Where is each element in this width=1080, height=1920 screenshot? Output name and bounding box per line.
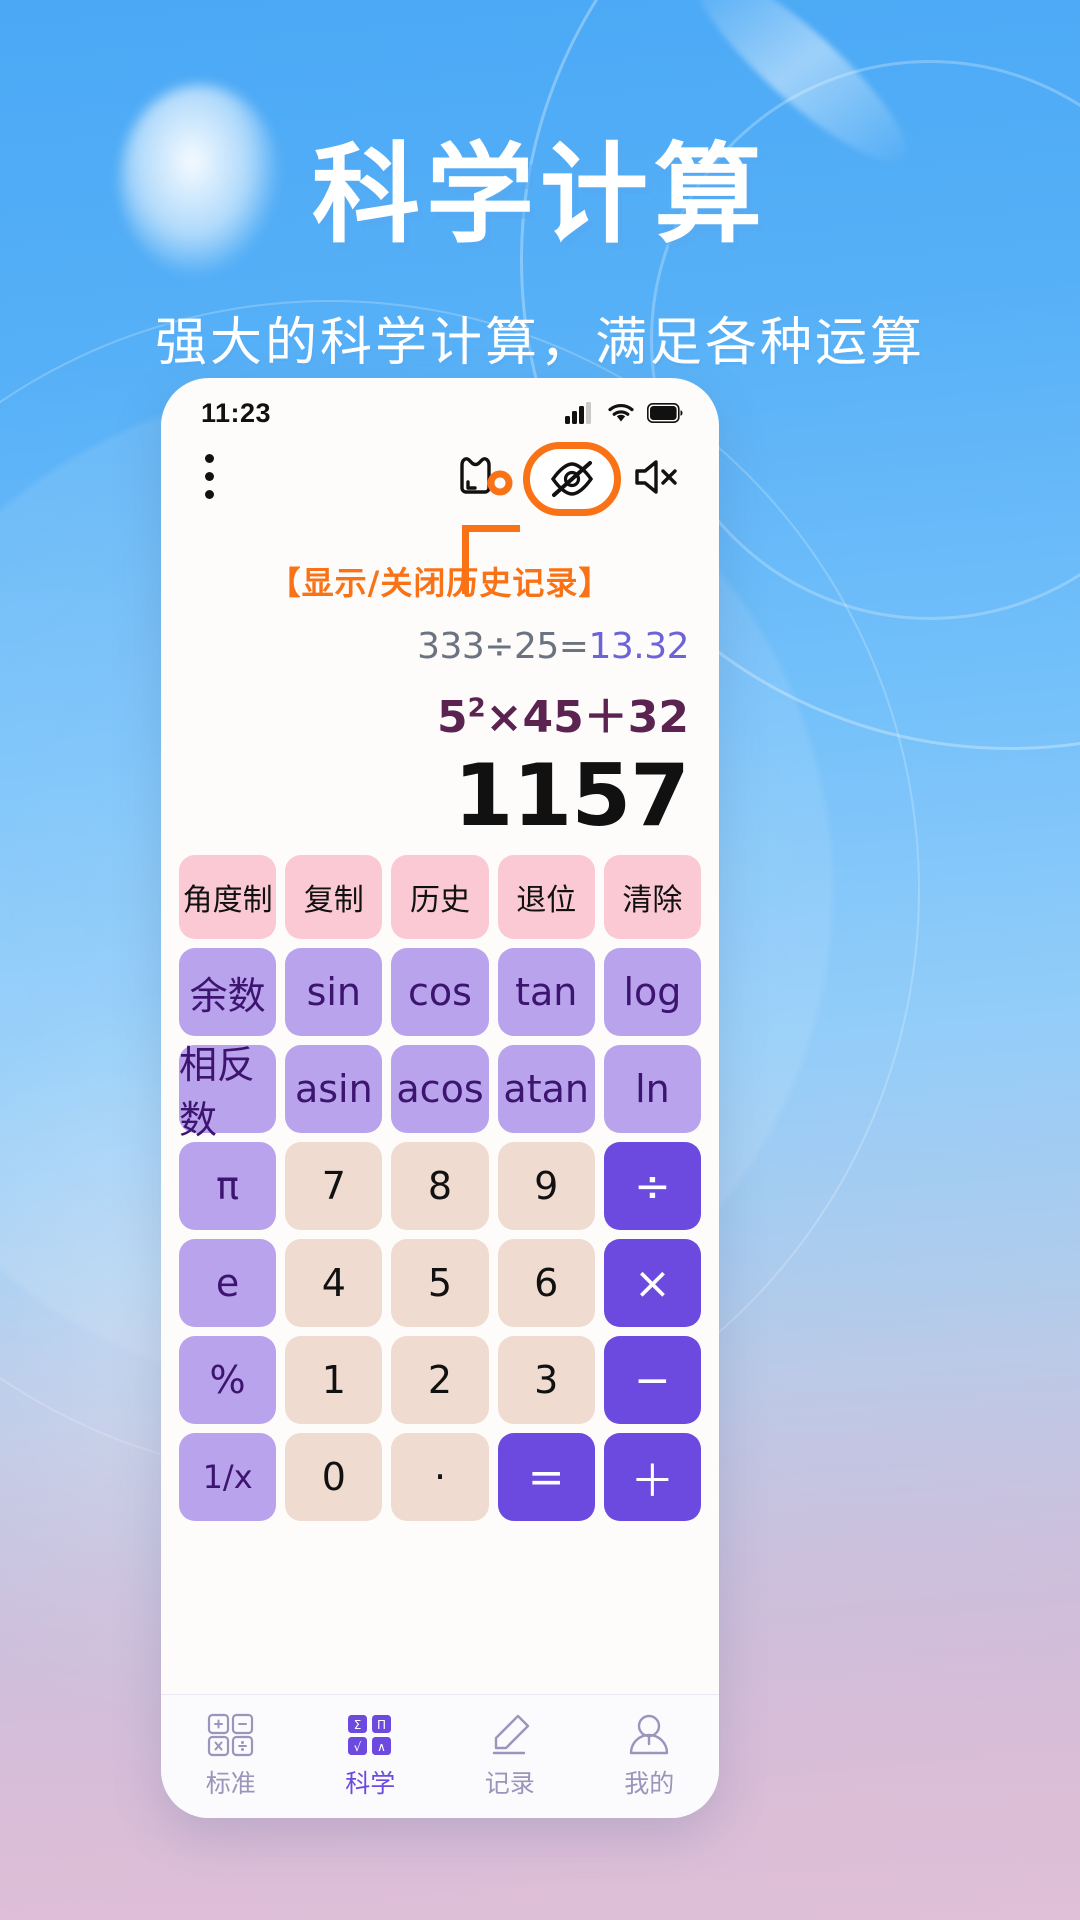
annotation-label: 【显示/关闭历史记录】 bbox=[268, 564, 612, 602]
key-asin[interactable]: asin bbox=[285, 1045, 383, 1134]
svg-text:Σ: Σ bbox=[354, 1718, 362, 1732]
key-7[interactable]: 7 bbox=[285, 1142, 383, 1231]
key-backspace[interactable]: 退位 bbox=[497, 855, 595, 940]
keypad-row: 余数 sin cos tan log bbox=[179, 948, 702, 1037]
expression-exponent: 2 bbox=[467, 693, 486, 724]
keypad-row: 相反数 asin acos atan ln bbox=[179, 1043, 702, 1142]
key-5[interactable]: 5 bbox=[391, 1239, 489, 1328]
key-acos[interactable]: acos bbox=[391, 1045, 489, 1134]
key-copy[interactable]: 复制 bbox=[285, 855, 383, 940]
svg-text:∧: ∧ bbox=[377, 1740, 386, 1754]
annotation-callout-line bbox=[462, 525, 520, 594]
key-cos[interactable]: cos bbox=[391, 948, 489, 1037]
key-equals[interactable]: = bbox=[497, 1433, 595, 1522]
tap-cursor-icon bbox=[443, 449, 517, 509]
wifi-icon bbox=[608, 404, 634, 422]
status-bar: 11:23 bbox=[161, 378, 719, 436]
key-8[interactable]: 8 bbox=[391, 1142, 489, 1231]
bottom-navigation: 标准 Σ Π √ ∧ 科学 记录 我的 bbox=[161, 1694, 719, 1818]
nav-label-records: 记录 bbox=[484, 1769, 535, 1798]
key-e[interactable]: e bbox=[179, 1239, 277, 1328]
promo-subtitle: 强大的科学计算，满足各种运算 bbox=[154, 313, 925, 373]
key-4[interactable]: 4 bbox=[285, 1239, 383, 1328]
expression-base: 5 bbox=[436, 692, 468, 743]
key-6[interactable]: 6 bbox=[497, 1239, 595, 1328]
key-0[interactable]: 0 bbox=[285, 1433, 383, 1522]
key-minus[interactable]: − bbox=[603, 1336, 702, 1425]
key-tan[interactable]: tan bbox=[497, 948, 595, 1037]
calculator-display: 333÷25=13.32 52×45＋32 1157 bbox=[161, 604, 719, 847]
sigma-grid-icon: Σ Π √ ∧ bbox=[348, 1715, 392, 1755]
svg-text:√: √ bbox=[354, 1740, 362, 1754]
history-result: 13.32 bbox=[588, 626, 689, 667]
key-atan[interactable]: atan bbox=[497, 1045, 595, 1134]
key-multiply[interactable]: × bbox=[603, 1239, 702, 1328]
app-toolbar bbox=[161, 436, 719, 594]
current-expression: 52×45＋32 bbox=[191, 681, 689, 745]
nav-item-mine[interactable]: 我的 bbox=[580, 1713, 720, 1800]
promo-header: 科学计算 强大的科学计算，满足各种运算 bbox=[0, 0, 1080, 375]
key-9[interactable]: 9 bbox=[497, 1142, 595, 1231]
current-result: 1157 bbox=[453, 746, 690, 846]
key-pi[interactable]: π bbox=[179, 1142, 277, 1231]
key-clear[interactable]: 清除 bbox=[603, 855, 702, 940]
key-negate[interactable]: 相反数 bbox=[179, 1043, 277, 1142]
history-expression: 333÷25= bbox=[417, 626, 589, 667]
key-sin[interactable]: sin bbox=[285, 948, 383, 1037]
key-2[interactable]: 2 bbox=[391, 1336, 489, 1425]
calculator-grid-icon bbox=[207, 1713, 253, 1757]
status-bar-icons bbox=[565, 402, 683, 424]
key-divide[interactable]: ÷ bbox=[603, 1142, 702, 1231]
keypad-row: e 4 5 6 × bbox=[179, 1239, 702, 1328]
key-ln[interactable]: ln bbox=[603, 1045, 702, 1134]
key-history[interactable]: 历史 bbox=[391, 855, 489, 940]
pencil-icon bbox=[492, 1714, 529, 1755]
key-percent[interactable]: % bbox=[179, 1336, 277, 1425]
phone-mockup: 11:23 【显示/关闭历史记录】 333÷25=13.32 52×45＋32 … bbox=[161, 378, 719, 1818]
person-icon bbox=[630, 1714, 669, 1755]
calculator-keypad: 角度制 复制 历史 退位 清除 余数 sin cos tan log 相反数 a… bbox=[161, 847, 719, 1522]
signal-icon bbox=[565, 402, 591, 424]
key-1[interactable]: 1 bbox=[285, 1336, 383, 1425]
history-toggle-button[interactable] bbox=[523, 442, 621, 516]
battery-icon bbox=[647, 403, 683, 423]
promo-title: 科学计算 bbox=[311, 133, 768, 258]
status-bar-clock: 11:23 bbox=[201, 397, 272, 428]
nav-label-science: 科学 bbox=[345, 1769, 396, 1798]
key-decimal[interactable]: · bbox=[391, 1433, 489, 1522]
keypad-row: π 7 8 9 ÷ bbox=[179, 1142, 702, 1231]
key-reciprocal[interactable]: 1/x bbox=[179, 1433, 277, 1522]
nav-label-mine: 我的 bbox=[624, 1769, 675, 1798]
kebab-menu-icon[interactable] bbox=[205, 454, 214, 499]
speaker-mute-icon[interactable] bbox=[627, 453, 683, 506]
eye-off-icon bbox=[550, 461, 594, 497]
keypad-row: % 1 2 3 − bbox=[179, 1336, 702, 1425]
toolbar-actions bbox=[443, 442, 683, 516]
nav-item-records[interactable]: 记录 bbox=[440, 1713, 580, 1800]
nav-item-standard[interactable]: 标准 bbox=[161, 1713, 301, 1800]
expression-rest: ×45＋32 bbox=[485, 692, 689, 743]
nav-label-standard: 标准 bbox=[205, 1769, 256, 1798]
key-3[interactable]: 3 bbox=[497, 1336, 595, 1425]
keypad-row: 1/x 0 · = ＋ bbox=[179, 1433, 702, 1522]
keypad-row: 角度制 复制 历史 退位 清除 bbox=[179, 855, 702, 940]
key-modulo[interactable]: 余数 bbox=[179, 948, 277, 1037]
key-log[interactable]: log bbox=[603, 948, 702, 1037]
key-plus[interactable]: ＋ bbox=[603, 1433, 702, 1522]
key-degree-mode[interactable]: 角度制 bbox=[179, 855, 277, 940]
history-line: 333÷25=13.32 bbox=[191, 626, 689, 667]
nav-item-science[interactable]: Σ Π √ ∧ 科学 bbox=[301, 1713, 441, 1800]
svg-text:Π: Π bbox=[377, 1718, 386, 1732]
